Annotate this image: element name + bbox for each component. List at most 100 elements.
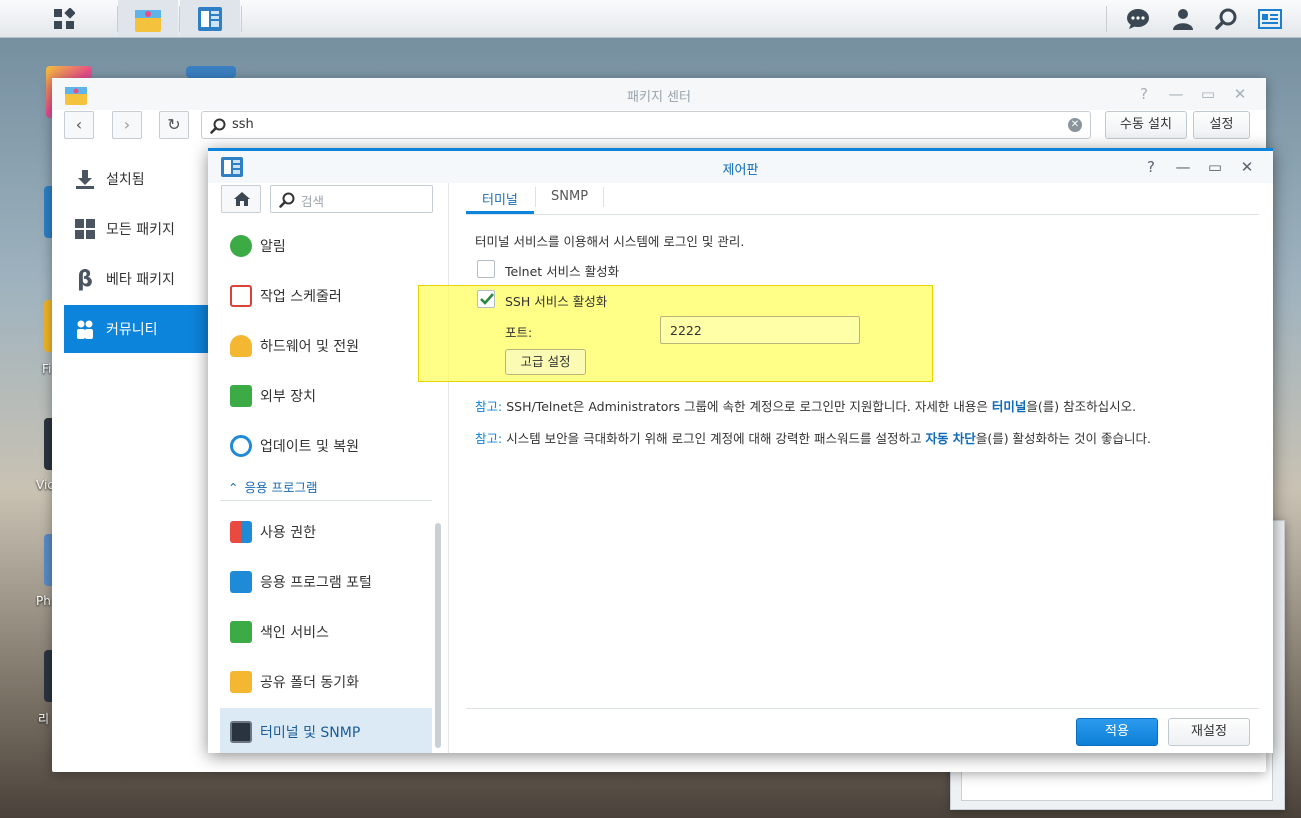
sidebar-item-external-devices[interactable]: 외부 장치 <box>220 372 432 420</box>
sidebar-item-notification[interactable]: 알림 <box>220 222 432 270</box>
chat-icon <box>1127 8 1149 29</box>
section-header-applications[interactable]: ⌃ 응용 프로그램 <box>220 477 432 501</box>
chevron-left-icon: ‹ <box>75 115 83 134</box>
taskbar-control-panel[interactable] <box>180 0 240 37</box>
chat-bubble-icon <box>230 235 252 257</box>
package-search-input[interactable]: ssh <box>232 117 254 132</box>
back-button[interactable]: ‹ <box>64 111 94 139</box>
sidebar-item-label: 색인 서비스 <box>260 625 329 641</box>
sidebar-item-label: 하드웨어 및 전원 <box>260 339 360 355</box>
package-search-box[interactable]: ssh ✕ <box>201 111 1091 139</box>
sidebar-item-label: 외부 장치 <box>260 389 316 405</box>
control-panel-title: 제어판 <box>722 163 759 178</box>
help-button[interactable]: ? <box>1134 84 1154 104</box>
sidebar-item-task-scheduler[interactable]: 작업 스케줄러 <box>220 272 432 320</box>
package-center-titlebar: 패키지 센터 ? — ▭ ✕ <box>52 78 1266 110</box>
sidebar-item-label: 사용 권한 <box>260 525 316 541</box>
sidebar-item-label: 터미널 및 SNMP <box>260 725 361 741</box>
sidebar-item-hardware-power[interactable]: 하드웨어 및 전원 <box>220 322 432 370</box>
widgets-icon <box>1258 8 1282 29</box>
apply-button[interactable]: 적용 <box>1076 718 1158 746</box>
search-icon <box>1215 8 1237 30</box>
port-input[interactable]: 2222 <box>660 316 860 344</box>
checkmark-icon <box>480 293 494 305</box>
sidebar-item-label: 응용 프로그램 포털 <box>260 575 372 591</box>
manual-install-button[interactable]: 수동 설치 <box>1105 111 1187 139</box>
reset-button[interactable]: 재설정 <box>1168 718 1250 746</box>
sidebar-item-terminal-snmp[interactable]: 터미널 및 SNMP <box>220 708 432 753</box>
nav-installed[interactable]: 설치됨 <box>64 155 210 203</box>
sidebar-item-indexing-service[interactable]: 색인 서비스 <box>220 608 432 656</box>
portal-icon <box>230 571 252 593</box>
maximize-button[interactable]: ▭ <box>1198 84 1218 104</box>
sidebar-item-update-restore[interactable]: 업데이트 및 복원 <box>220 422 432 470</box>
terminal-help-link[interactable]: 터미널 <box>992 399 1027 414</box>
close-button[interactable]: ✕ <box>1237 157 1257 177</box>
search-button[interactable] <box>1212 0 1240 37</box>
nav-community-label: 커뮤니티 <box>106 322 158 338</box>
port-value: 2222 <box>670 323 702 338</box>
user-button[interactable] <box>1169 0 1197 37</box>
minimize-button[interactable]: — <box>1166 84 1186 104</box>
desktop-app-icon[interactable] <box>186 66 236 78</box>
settings-button[interactable]: 설정 <box>1193 111 1250 139</box>
tab-terminal[interactable]: 터미널 <box>482 189 518 208</box>
telnet-checkbox[interactable] <box>477 260 495 278</box>
control-panel-window: 제어판 ? — ▭ ✕ 검색 알림 작업 스케줄러 하드웨어 및 전원 외부 장… <box>208 148 1273 753</box>
download-icon <box>76 170 94 189</box>
nav-beta-packages[interactable]: β 베타 패키지 <box>64 255 210 303</box>
close-button[interactable]: ✕ <box>1230 84 1250 104</box>
chevron-up-icon: ⌃ <box>228 480 239 495</box>
nav-all-packages-label: 모든 패키지 <box>106 222 175 238</box>
user-icon <box>1173 8 1193 30</box>
telnet-label: Telnet 서비스 활성화 <box>505 264 620 279</box>
section-header-label: 응용 프로그램 <box>244 480 318 495</box>
lightbulb-icon <box>230 335 252 357</box>
sidebar-item-label: 업데이트 및 복원 <box>260 439 360 455</box>
sidebar-scrollbar[interactable] <box>435 523 441 748</box>
nav-all-packages[interactable]: 모든 패키지 <box>64 205 210 253</box>
maximize-button[interactable]: ▭ <box>1205 157 1225 177</box>
clear-search-icon[interactable]: ✕ <box>1068 118 1082 132</box>
search-icon <box>210 118 226 134</box>
help-button[interactable]: ? <box>1141 157 1161 177</box>
forward-button[interactable]: › <box>112 111 142 139</box>
desktop-label: Ph <box>36 594 51 608</box>
port-label: 포트: <box>505 325 533 340</box>
nav-community[interactable]: 커뮤니티 <box>64 305 210 353</box>
refresh-icon: ↻ <box>167 115 181 134</box>
note-security: 참고: 시스템 보안을 극대화하기 위해 로그인 계정에 대해 강력한 패스워드… <box>475 431 1151 446</box>
sidebar-item-label: 공유 폴더 동기화 <box>260 675 360 691</box>
search-index-icon <box>230 621 252 643</box>
community-icon <box>77 320 93 339</box>
sidebar-item-folder-sync[interactable]: 공유 폴더 동기화 <box>220 658 432 706</box>
sidebar-item-privileges[interactable]: 사용 권한 <box>220 508 432 556</box>
chevron-right-icon: › <box>123 115 131 134</box>
sidebar-item-label: 알림 <box>260 239 286 255</box>
note-ssh-telnet: 참고: SSH/Telnet은 Administrators 그룹에 속한 계정… <box>475 399 1137 414</box>
chat-button[interactable] <box>1124 0 1152 37</box>
folder-sync-icon <box>230 671 252 693</box>
control-panel-app-icon <box>198 6 222 31</box>
main-menu-button[interactable] <box>30 0 98 37</box>
sidebar-item-application-portal[interactable]: 응용 프로그램 포털 <box>220 558 432 606</box>
main-menu-icon <box>54 7 75 29</box>
minimize-button[interactable]: — <box>1173 157 1193 177</box>
grid-icon <box>75 219 95 239</box>
nav-beta-packages-label: 베타 패키지 <box>106 272 175 288</box>
sidebar-item-label: 작업 스케줄러 <box>260 289 342 305</box>
advanced-settings-button[interactable]: 고급 설정 <box>505 349 586 375</box>
auto-block-link[interactable]: 자동 차단 <box>925 431 975 446</box>
package-center-app-icon <box>135 9 161 32</box>
terminal-description: 터미널 서비스를 이용해서 시스템에 로그인 및 관리. <box>475 234 745 249</box>
refresh-button[interactable]: ↻ <box>159 111 189 139</box>
upload-icon <box>230 385 252 407</box>
calendar-icon <box>230 285 252 307</box>
ssh-label: SSH 서비스 활성화 <box>505 294 608 309</box>
ssh-checkbox[interactable] <box>477 290 495 308</box>
control-panel-sidebar: 알림 작업 스케줄러 하드웨어 및 전원 외부 장치 업데이트 및 복원 ⌃ 응용… <box>220 183 446 753</box>
tab-snmp[interactable]: SNMP <box>551 189 588 204</box>
taskbar <box>0 0 1301 38</box>
taskbar-package-center[interactable] <box>118 0 178 37</box>
widgets-button[interactable] <box>1256 0 1284 37</box>
